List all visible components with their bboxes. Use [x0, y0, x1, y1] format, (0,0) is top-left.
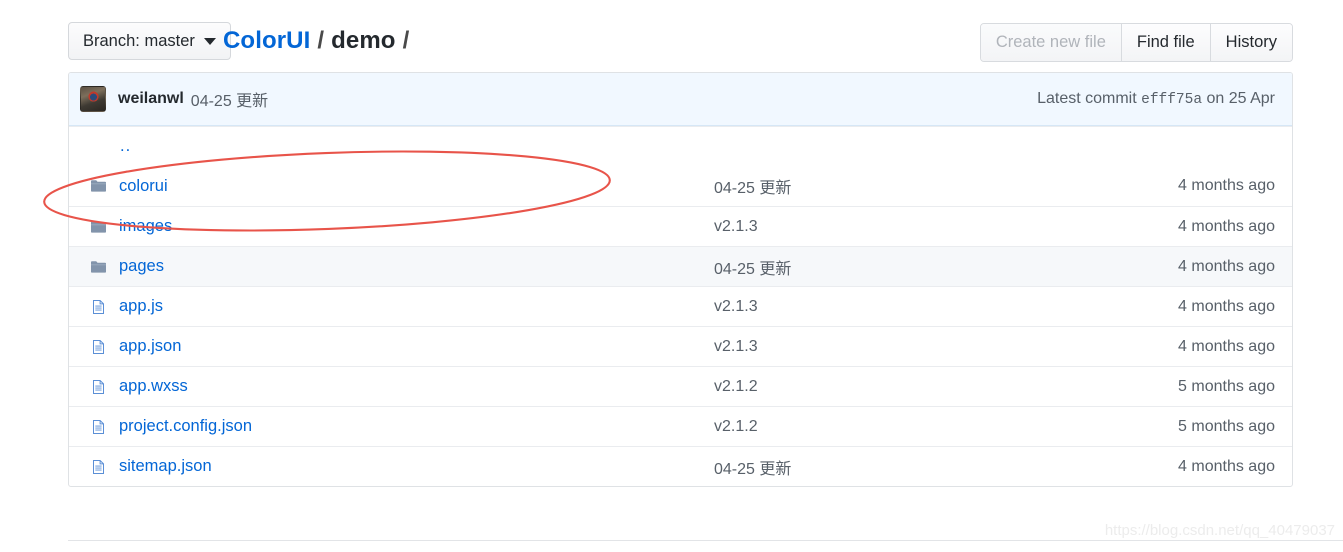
commit-age-cell: 4 months ago: [1178, 257, 1275, 275]
commit-age-cell: 4 months ago: [1178, 337, 1275, 355]
breadcrumb-directory: demo: [331, 27, 396, 54]
file-icon: [93, 459, 104, 474]
file-name-link[interactable]: app.json: [119, 337, 181, 356]
file-rows: colorui 04-25 更新 4 months ago images v2.1.3 4…: [69, 166, 1292, 486]
branch-selector-label: Branch: master: [83, 31, 195, 50]
file-name-link[interactable]: pages: [119, 257, 164, 276]
commit-age-cell: 4 months ago: [1178, 297, 1275, 315]
commit-message-cell[interactable]: v2.1.2: [714, 418, 1114, 436]
latest-commit-label: Latest commit: [1037, 90, 1137, 107]
file-icon: [93, 379, 104, 394]
file-listing: weilanwl 04-25 更新 Latest commit efff75a …: [68, 72, 1293, 487]
latest-commit-info: Latest commit efff75a on 25 Apr: [1037, 90, 1281, 108]
footer-divider: [68, 540, 1343, 541]
create-new-file-button[interactable]: Create new file: [980, 24, 1122, 61]
breadcrumb-repo-link[interactable]: ColorUI: [223, 27, 310, 55]
folder-icon: [91, 220, 106, 233]
table-row[interactable]: project.config.json v2.1.2 5 months ago: [69, 406, 1292, 446]
commit-message-cell[interactable]: v2.1.3: [714, 338, 1114, 356]
folder-icon: [91, 260, 106, 273]
file-name-link[interactable]: colorui: [119, 177, 168, 196]
file-icon: [93, 299, 104, 314]
commit-message-cell[interactable]: v2.1.3: [714, 218, 1114, 236]
breadcrumb-trailing-separator: /: [402, 27, 410, 54]
file-name-link[interactable]: app.js: [119, 297, 163, 316]
commit-age-cell: 5 months ago: [1178, 417, 1275, 435]
chevron-down-icon: [203, 37, 216, 45]
branch-selector-button[interactable]: Branch: master: [68, 22, 231, 60]
commit-age-cell: 4 months ago: [1178, 457, 1275, 475]
history-button[interactable]: History: [1210, 24, 1292, 61]
commit-message-cell[interactable]: 04-25 更新: [714, 455, 1114, 479]
commit-message-cell[interactable]: v2.1.2: [714, 378, 1114, 396]
commit-author-link[interactable]: weilanwl: [118, 90, 184, 108]
file-name-link[interactable]: project.config.json: [119, 417, 252, 436]
folder-icon: [91, 180, 106, 192]
watermark-text: https://blog.csdn.net/qq_40479037: [1104, 522, 1335, 539]
repo-toolbar: Branch: master ColorUI / demo / Create n…: [68, 22, 1293, 62]
commit-message-cell[interactable]: 04-25 更新: [714, 255, 1114, 279]
table-row[interactable]: sitemap.json 04-25 更新 4 months ago: [69, 446, 1292, 486]
file-name-cell: pages: [80, 257, 714, 276]
commit-date: on 25 Apr: [1206, 90, 1276, 107]
parent-directory-row[interactable]: ..: [69, 126, 1292, 166]
parent-name-cell: ..: [80, 137, 714, 156]
parent-directory-link[interactable]: ..: [120, 137, 131, 156]
file-name-cell: app.wxss: [80, 377, 714, 396]
commit-message[interactable]: 04-25 更新: [191, 87, 268, 111]
table-row[interactable]: colorui 04-25 更新 4 months ago: [69, 166, 1292, 206]
file-icon: [93, 419, 104, 434]
table-row[interactable]: app.wxss v2.1.2 5 months ago: [69, 366, 1292, 406]
commit-sha-link[interactable]: efff75a: [1141, 92, 1202, 108]
file-name-cell: app.js: [80, 297, 714, 316]
latest-commit-bar: weilanwl 04-25 更新 Latest commit efff75a …: [69, 73, 1292, 126]
file-name-link[interactable]: sitemap.json: [119, 457, 212, 476]
find-file-button[interactable]: Find file: [1121, 24, 1211, 61]
breadcrumb-separator: /: [317, 27, 325, 54]
file-name-cell: sitemap.json: [80, 457, 714, 476]
table-row[interactable]: app.js v2.1.3 4 months ago: [69, 286, 1292, 326]
table-row[interactable]: app.json v2.1.3 4 months ago: [69, 326, 1292, 366]
file-name-link[interactable]: images: [119, 217, 172, 236]
file-name-link[interactable]: app.wxss: [119, 377, 188, 396]
commit-age-cell: 5 months ago: [1178, 377, 1275, 395]
table-row[interactable]: pages 04-25 更新 4 months ago: [69, 246, 1292, 286]
file-icon: [93, 339, 104, 354]
commit-message-cell[interactable]: v2.1.3: [714, 298, 1114, 316]
breadcrumb: ColorUI / demo /: [223, 22, 409, 60]
file-name-cell: project.config.json: [80, 417, 714, 436]
file-name-cell: app.json: [80, 337, 714, 356]
repo-action-button-group: Create new file Find file History: [979, 23, 1293, 62]
commit-age-cell: 4 months ago: [1178, 177, 1275, 194]
commit-message-cell[interactable]: 04-25 更新: [714, 174, 1114, 198]
file-name-cell: images: [80, 217, 714, 236]
file-name-cell: colorui: [80, 177, 714, 196]
repository-file-browser: Branch: master ColorUI / demo / Create n…: [0, 0, 1343, 552]
avatar[interactable]: [80, 86, 106, 112]
commit-age-cell: 4 months ago: [1178, 217, 1275, 235]
table-row[interactable]: images v2.1.3 4 months ago: [69, 206, 1292, 246]
